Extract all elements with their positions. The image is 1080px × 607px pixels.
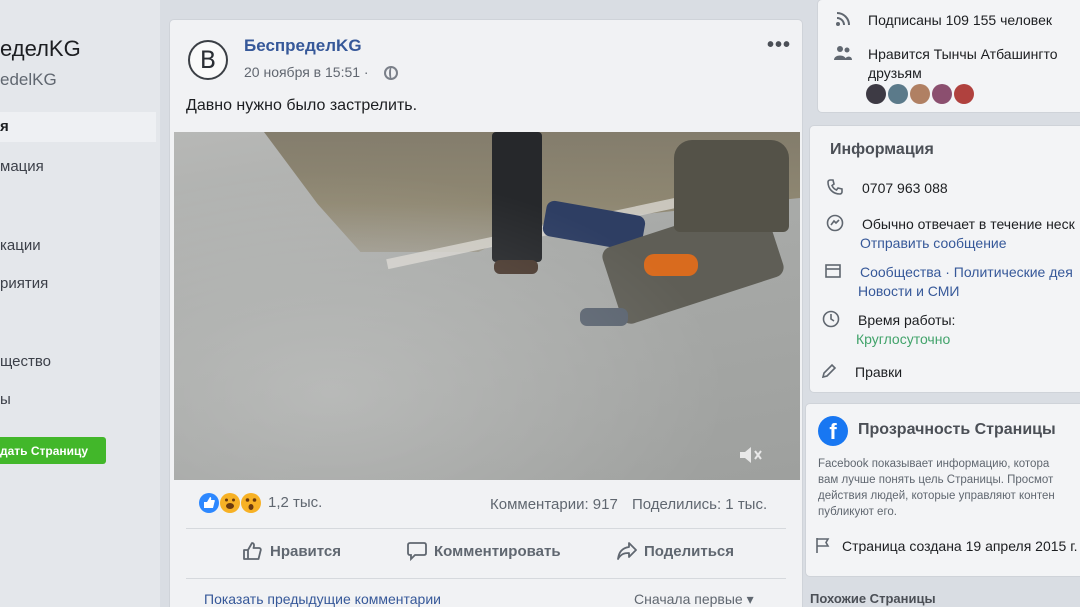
share-label: Поделиться — [644, 543, 735, 560]
share-button[interactable]: Поделиться — [616, 538, 756, 568]
send-message-link[interactable]: Отправить сообщение — [860, 235, 1007, 251]
info-title: Информация — [830, 141, 934, 158]
like-label: Нравится — [270, 543, 342, 560]
avatar[interactable]: B — [188, 40, 228, 80]
sidebar-item-community[interactable]: щество — [0, 347, 156, 377]
post-author[interactable]: БеспределKG — [244, 36, 362, 56]
phone-icon — [826, 178, 844, 196]
transparency-line: публикуют его. — [818, 506, 897, 518]
reaction-icons[interactable] — [198, 492, 266, 514]
liked-by-friends[interactable]: Нравится Тынчы Атбашингто — [868, 46, 1058, 62]
comment-button[interactable]: Комментировать — [406, 538, 586, 568]
hours-label: Время работы: — [858, 312, 956, 328]
friends-icon — [834, 44, 852, 62]
page-handle[interactable]: edelKG — [0, 70, 57, 90]
transparency-text: Facebook показывает информацию, котора в… — [818, 456, 1080, 520]
clock-icon — [822, 310, 840, 328]
transparency-line: действия людей, которые управляют контен — [818, 490, 1055, 502]
suggest-edits[interactable]: Правки — [855, 364, 902, 380]
reaction-count[interactable]: 1,2 тыс. — [268, 494, 322, 511]
response-time: Обычно отвечает в течение неск — [862, 216, 1075, 232]
friend-avatars[interactable] — [866, 84, 976, 104]
show-previous-comments-link[interactable]: Показать предыдущие комментарии — [204, 591, 441, 607]
post-date[interactable]: 20 ноября в 15:51 · — [244, 64, 369, 80]
messenger-icon — [826, 214, 844, 232]
facebook-icon: f — [818, 416, 848, 446]
comment-label: Комментировать — [434, 543, 561, 560]
more-icon[interactable]: ••• — [767, 34, 791, 57]
comment-sort-select[interactable]: Сначала первые ▾ — [634, 591, 754, 607]
sidebar-item-pages[interactable]: ы — [0, 385, 156, 415]
page-categories[interactable]: Сообщества · Политические дея — [860, 264, 1073, 280]
post-video[interactable] — [174, 132, 800, 480]
page-name[interactable]: еделKG — [0, 36, 81, 62]
rss-icon — [834, 10, 852, 28]
hours-value: Круглосуточно — [856, 331, 951, 347]
sidebar-item-info[interactable]: мация — [0, 152, 156, 182]
globe-icon — [384, 66, 398, 80]
flag-icon — [824, 262, 842, 280]
phone-number[interactable]: 0707 963 088 — [862, 180, 948, 196]
transparency-line: Facebook показывает информацию, котора — [818, 458, 1050, 470]
page-categories-line2[interactable]: Новости и СМИ — [858, 283, 959, 299]
followers-count: Подписаны 109 155 человек — [868, 12, 1052, 28]
sidebar-item-events[interactable]: риятия — [0, 269, 156, 299]
flag-icon — [814, 536, 832, 554]
like-button[interactable]: Нравится — [242, 538, 362, 568]
comment-icon — [407, 542, 427, 562]
sidebar-item-posts[interactable]: кации — [0, 231, 156, 261]
similar-pages-title: Похожие Страницы — [810, 591, 936, 606]
volume-icon[interactable] — [738, 444, 764, 466]
shares-count[interactable]: Поделились: 1 тыс. — [632, 496, 767, 513]
liked-by-friends-line2: друзьям — [868, 65, 922, 81]
video-glare — [174, 132, 800, 480]
left-sidebar: еделKG edelKG я мация кации риятия ществ… — [0, 0, 160, 607]
divider — [186, 528, 786, 529]
pencil-icon — [820, 362, 838, 380]
sidebar-item-home[interactable]: я — [0, 112, 156, 142]
comments-count[interactable]: Комментарии: 917 — [490, 496, 618, 513]
page-created-date: Страница создана 19 апреля 2015 г. — [842, 538, 1078, 554]
divider — [186, 578, 786, 579]
like-icon — [243, 542, 262, 560]
transparency-line: вам лучше понять цель Страницы. Просмот — [818, 474, 1054, 486]
post-text: Давно нужно было застрелить. — [186, 97, 418, 114]
share-icon — [617, 542, 637, 560]
info-card — [810, 126, 1080, 392]
create-page-button[interactable]: дать Страницу — [0, 437, 106, 464]
transparency-title: Прозрачность Страницы — [858, 421, 1056, 438]
